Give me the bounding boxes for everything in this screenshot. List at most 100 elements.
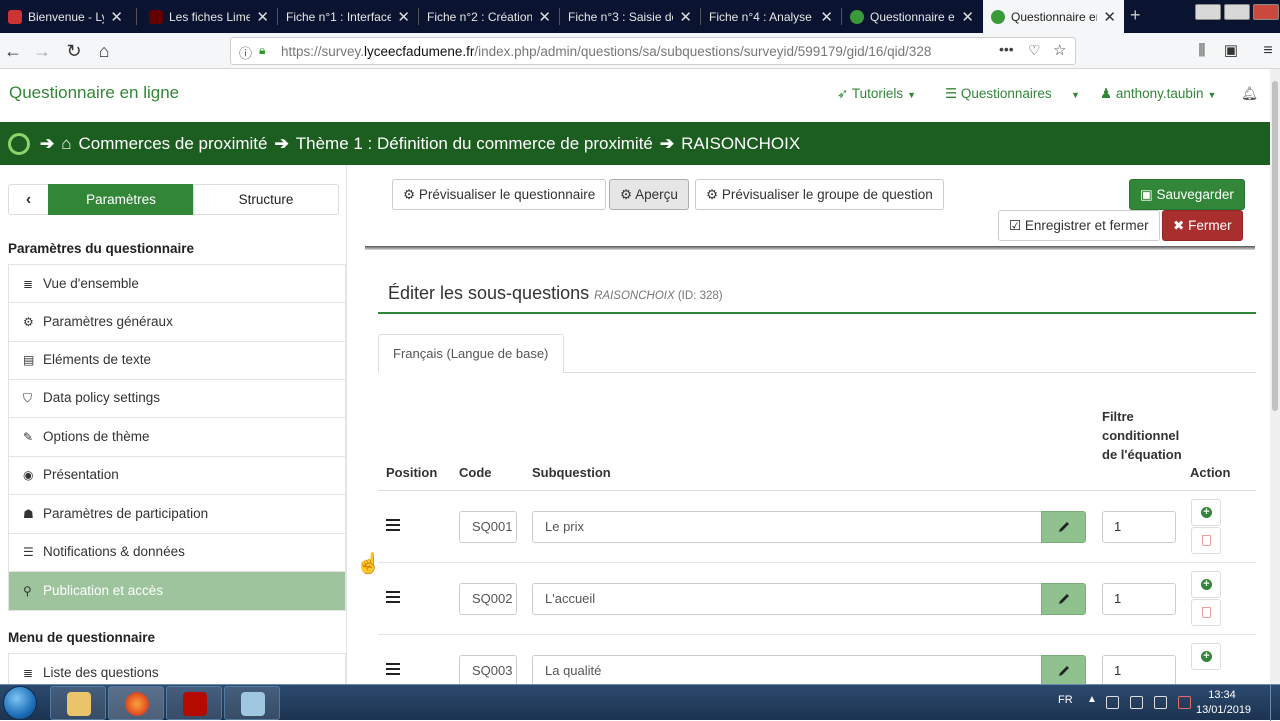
browser-tab[interactable]: Fiche n°4 : Analyse d ✕ [701,0,841,33]
browser-tab[interactable]: Fiche n°1 : Interface ✕ [278,0,418,33]
library-icon[interactable]: ⫼ [1190,39,1214,63]
sidebar-item-presentation[interactable]: ◉ Présentation [8,456,346,495]
windows-start-button[interactable] [3,686,37,720]
bell-icon[interactable]: 🔔︎ [1241,86,1258,102]
close-icon[interactable]: ✕ [1103,8,1116,26]
surveys-dropdown[interactable]: ▼ [1067,86,1080,101]
edit-subquestion-button[interactable] [1041,583,1086,615]
code-input[interactable]: SQ003 [459,655,517,687]
close-icon[interactable]: ✕ [820,8,833,26]
pocket-icon[interactable]: ♡ [1028,42,1041,59]
delete-subquestion-button[interactable] [1191,527,1221,554]
sidebar-item-text-elements[interactable]: ▤ Eléments de texte [8,341,346,380]
caret-down-icon: ▼ [907,90,917,100]
sidebar-toggle-icon[interactable]: ▣ [1219,39,1243,63]
browser-tab[interactable]: Fiche n°2 : Création ✕ [419,0,559,33]
drag-handle-icon[interactable] [386,519,400,531]
tab-label: Fiche n°2 : Création [427,9,533,24]
address-bar[interactable]: ⓘ 🔒︎ https://survey.lyceecfadumene.fr/in… [230,37,1076,65]
sidebar-item-notifications[interactable]: ☰ Notifications & données [8,533,346,572]
tutorials-menu[interactable]: ➶ Tutoriels ▼ [837,86,916,102]
edit-subquestion-button[interactable] [1041,511,1086,543]
show-desktop-button[interactable] [1270,685,1280,721]
scrollbar-thumb[interactable] [1272,81,1278,411]
code-input[interactable]: SQ002 [459,583,517,615]
surveys-menu[interactable]: ☰ Questionnaires [945,86,1052,102]
preview-survey-button[interactable]: ⚙ Prévisualiser le questionnaire [392,179,607,210]
preview-group-button[interactable]: ⚙ Prévisualiser le groupe de question [695,179,944,210]
add-subquestion-button[interactable]: + [1191,499,1221,526]
bookmark-star-icon[interactable]: ☆ [1053,41,1066,59]
limesurvey-logo-icon[interactable] [8,132,30,155]
taskbar-explorer[interactable] [50,686,106,720]
page-scrollbar[interactable] [1270,69,1280,685]
reload-icon[interactable]: ↻ [62,39,86,63]
minimize-button[interactable] [1195,4,1221,20]
taskbar-app[interactable] [224,686,280,720]
close-icon[interactable]: ✕ [538,8,551,26]
menu-icon[interactable]: ≡ [1256,39,1280,63]
tab-language-french[interactable]: Français (Langue de base) [378,334,564,373]
browser-tab[interactable]: Bienvenue - Lyce ✕ [0,0,131,33]
sidebar-item-data-policy[interactable]: ⛉ Data policy settings [8,379,346,418]
app-brand[interactable]: Questionnaire en ligne [9,83,179,103]
collapse-sidebar-button[interactable]: ‹ [8,184,48,215]
sidebar-item-theme-options[interactable]: ✎ Options de thème [8,418,346,457]
close-icon[interactable]: ✕ [110,8,123,26]
taskbar-firefox[interactable] [108,686,164,720]
add-subquestion-button[interactable]: + [1191,571,1221,598]
input-language[interactable]: FR [1058,694,1073,706]
tray-icon[interactable] [1106,696,1119,709]
maximize-button[interactable] [1224,4,1250,20]
drag-handle-icon[interactable] [386,663,400,675]
volume-muted-icon[interactable] [1178,696,1191,709]
close-icon[interactable]: ✕ [679,8,692,26]
system-clock[interactable]: 13:34 13/01/2019 [1196,688,1251,718]
user-menu[interactable]: ♟ anthony.taubin ▼ [1100,86,1216,102]
save-button[interactable]: ▣ Sauvegarder [1129,179,1245,210]
subquestion-input[interactable]: L'accueil [532,583,1042,615]
edit-subquestion-button[interactable] [1041,655,1086,687]
drag-handle-icon[interactable] [386,591,400,603]
subquestion-input[interactable]: Le prix [532,511,1042,543]
filter-input[interactable]: 1 [1102,511,1176,543]
close-icon[interactable]: ✕ [961,8,974,26]
page-actions-icon[interactable]: ••• [999,41,1014,57]
breadcrumb-group[interactable]: Thème 1 : Définition du commerce de prox… [296,134,653,154]
taskbar-acrobat[interactable] [166,686,222,720]
code-input[interactable]: SQ001 [459,511,517,543]
tray-icon[interactable] [1130,696,1143,709]
new-tab-button[interactable]: + [1130,5,1141,26]
row-divider [378,634,1256,635]
tab-settings[interactable]: Paramètres [48,184,194,215]
tab-structure[interactable]: Structure [193,184,339,215]
browser-tab[interactable]: Les fiches LimeSu ✕ [141,0,277,33]
save-and-close-button[interactable]: ☑ Enregistrer et fermer [998,210,1160,241]
browser-tab[interactable]: Questionnaire en ✕ [842,0,982,33]
browser-tab-active[interactable]: Questionnaire en ✕ [983,0,1124,33]
forward-arrow-icon[interactable]: → [30,39,54,63]
filter-input[interactable]: 1 [1102,583,1176,615]
home-icon[interactable]: ⌂ [92,39,116,63]
browser-tab[interactable]: Fiche n°3 : Saisie des ✕ [560,0,700,33]
window-close-button[interactable] [1253,4,1279,20]
close-button[interactable]: ✖ Fermer [1162,210,1243,241]
filter-input[interactable]: 1 [1102,655,1176,687]
close-icon[interactable]: ✕ [397,8,410,26]
pencil-icon [1059,666,1069,676]
network-icon[interactable] [1154,696,1167,709]
back-arrow-icon[interactable]: ← [1,39,25,63]
breadcrumb-survey[interactable]: Commerces de proximité [79,134,268,154]
close-icon[interactable]: ✕ [256,8,269,26]
delete-subquestion-button[interactable] [1191,599,1221,626]
overview-button[interactable]: ⚙ Aperçu [609,179,689,210]
sidebar-item-general-settings[interactable]: ⚙ Paramètres généraux [8,303,346,342]
add-subquestion-button[interactable]: + [1191,643,1221,670]
tray-expand-icon[interactable]: ▲ [1087,694,1097,705]
sidebar-item-overview[interactable]: ≣ Vue d'ensemble [8,264,346,303]
rss-icon: ☰ [23,545,34,559]
sidebar-item-publication[interactable]: ⚲ Publication et accès [8,572,346,611]
subquestion-input[interactable]: La qualité [532,655,1042,687]
info-icon[interactable]: ⓘ [239,43,252,62]
sidebar-item-participation[interactable]: ☗ Paramètres de participation [8,495,346,534]
